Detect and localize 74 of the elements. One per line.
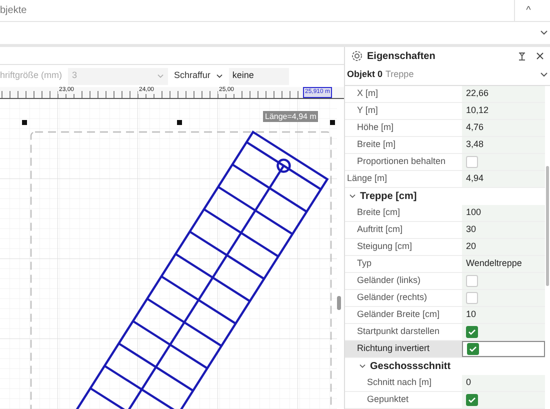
property-label: Breite [m] [357,138,396,152]
scrollbar-thumb[interactable] [546,166,549,286]
property-row[interactable]: Richtung invertiert [345,341,545,358]
property-value[interactable]: 20 [466,240,476,254]
chevron-down-icon [540,72,548,78]
property-row[interactable]: Breite [m] 3,48 [345,137,545,154]
property-label: Steigung [cm] [357,240,412,254]
pin-icon[interactable] [518,52,526,60]
property-row[interactable]: Höhe [m] 4,76 [345,120,545,137]
hatch-dropdown[interactable]: keine [229,68,290,84]
checkbox[interactable] [466,326,478,338]
property-row[interactable]: Länge [m] 4,94 [345,171,545,188]
selection-handle[interactable] [22,120,27,125]
checkbox[interactable] [466,292,478,304]
property-row[interactable]: Auftritt [cm] 30 [345,222,545,239]
check-icon [469,345,477,353]
property-label: Typ [357,257,372,270]
property-label: Startpunkt darstellen [357,325,440,338]
check-icon [468,328,476,336]
property-value[interactable]: 4,94 [466,172,484,186]
property-value[interactable]: 3,48 [466,138,484,152]
staircase-drawing[interactable] [76,130,329,409]
chevron-down-icon [157,74,164,78]
property-label: Länge [m] [347,172,388,186]
scrollbar-thumb[interactable] [337,296,341,310]
property-label: Y [m] [357,104,378,118]
property-label: Auftritt [cm] [357,223,403,236]
property-row[interactable]: Typ Wendeltreppe [345,256,545,273]
property-label: Geländer (links) [357,274,421,288]
chevron-down-icon[interactable] [216,74,224,78]
property-row[interactable]: Breite [cm] 100 [345,205,545,222]
chevron-down-icon[interactable] [349,194,356,199]
close-icon[interactable] [536,52,544,60]
property-label: Schnitt nach [m] [367,376,432,390]
property-label: Höhe [m] [357,121,394,134]
selection-handle[interactable] [177,120,182,125]
property-row[interactable]: X [m] 22,66 [345,86,545,103]
font-size-label: hriftgröße (mm) [0,69,62,82]
property-row[interactable]: Schnitt nach [m] 0 [345,375,545,392]
property-label: Breite [cm] [357,206,400,220]
checkbox[interactable] [466,156,478,168]
checkbox[interactable] [466,394,478,406]
property-label: Geländer Breite [cm] [357,308,440,322]
property-row[interactable]: Proportionen behalten [345,154,545,171]
length-label: Länge=4,94 m [263,111,318,122]
check-icon [468,396,476,404]
property-row[interactable]: Geländer Breite [cm] 10 [345,307,545,324]
property-label: Geländer (rechts) [357,291,428,304]
checkbox[interactable] [466,275,478,287]
panel-title: bjekte [0,4,28,18]
property-row[interactable]: Gepunktet [345,392,545,409]
property-value[interactable]: 10 [466,308,476,322]
property-row[interactable]: Geländer (links) [345,273,545,290]
settings-icon [351,50,363,62]
checkbox[interactable] [467,343,479,355]
group-label: Treppe [cm] [360,190,417,204]
property-value[interactable]: 0 [466,376,472,390]
hatch-label: Schraffur [174,69,210,82]
property-label: X [m] [357,87,378,100]
property-label: Gepunktet [367,393,409,406]
property-value[interactable]: 100 [466,206,482,220]
collapse-button[interactable]: ^ [514,0,542,22]
property-row[interactable]: Geländer (rechts) [345,290,545,307]
property-label: Richtung invertiert [357,342,430,356]
property-row[interactable]: Steigung [cm] 20 [345,239,545,256]
property-value[interactable]: 4,76 [466,121,484,135]
selection-handle[interactable] [330,120,335,125]
property-value[interactable]: 30 [466,223,476,237]
property-row[interactable]: Y [m] 10,12 [345,103,545,120]
chevron-down-icon[interactable] [359,364,366,369]
property-label: Proportionen behalten [357,155,446,168]
panel-title: Eigenschaften [367,50,436,64]
chevron-down-icon[interactable] [540,30,548,36]
group-label: Geschossschnitt [370,360,451,374]
